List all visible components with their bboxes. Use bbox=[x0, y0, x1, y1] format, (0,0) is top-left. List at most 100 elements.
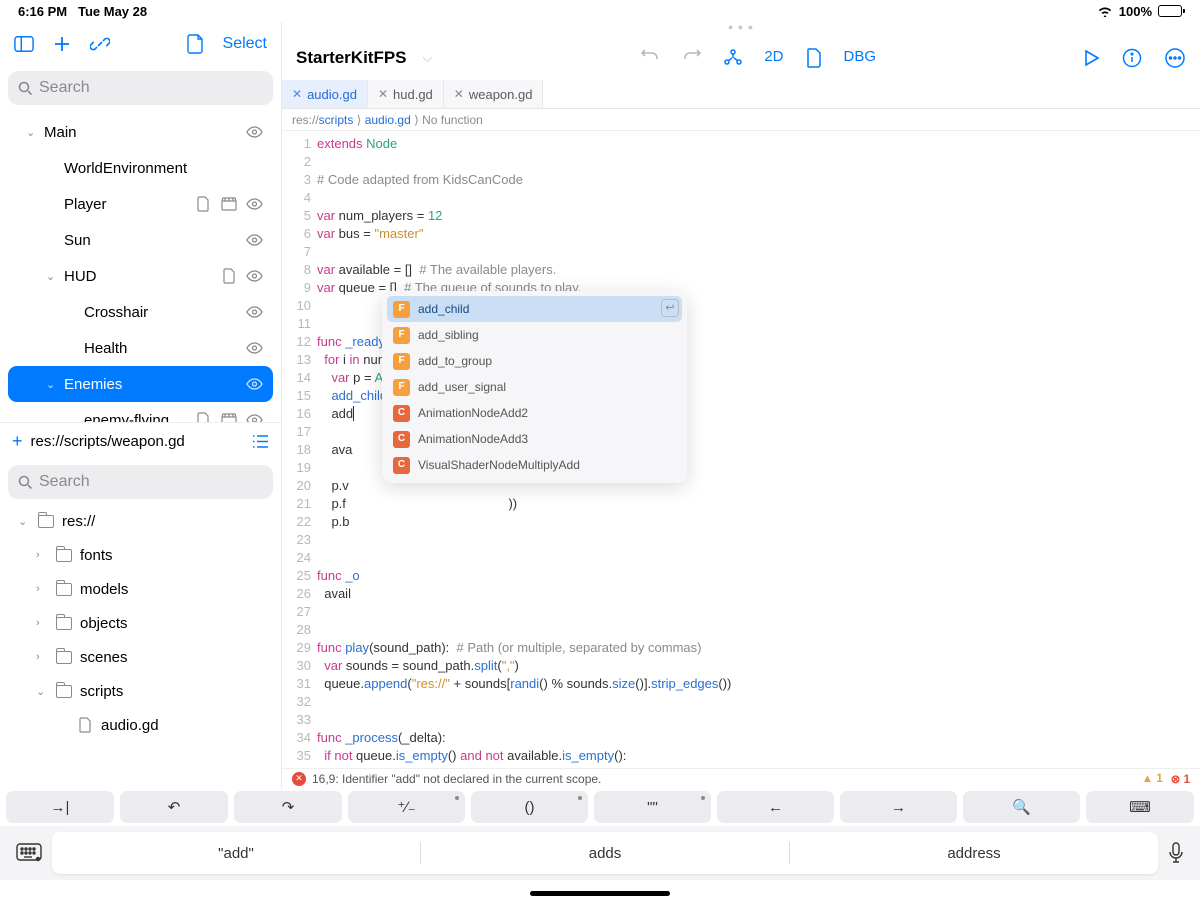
scene-node-main[interactable]: ⌄Main bbox=[8, 114, 273, 150]
more-icon[interactable] bbox=[1164, 47, 1186, 69]
redo-icon[interactable] bbox=[682, 48, 702, 68]
warn-badge: ▲ 1 bbox=[1142, 773, 1163, 785]
plus-icon[interactable] bbox=[52, 34, 72, 54]
scene-node-worldenvironment[interactable]: WorldEnvironment bbox=[8, 150, 273, 186]
enter-key-icon[interactable]: ↩ bbox=[661, 299, 679, 317]
autocomplete-popup[interactable]: ↩ Fadd_childFadd_siblingFadd_to_groupFad… bbox=[382, 291, 687, 483]
eye-icon[interactable] bbox=[246, 376, 263, 393]
kb-key-1[interactable]: ↶ bbox=[120, 791, 228, 823]
status-bar: 6:16 PM Tue May 28 100% bbox=[0, 0, 1200, 22]
keyboard-shortcut-bar: →|↶↷⁺∕₋()""←→🔍⌨ bbox=[0, 788, 1200, 826]
undo-icon[interactable] bbox=[640, 48, 660, 68]
project-name[interactable]: StarterKitFPS bbox=[296, 48, 407, 68]
scene-node-enemy-flying[interactable]: enemy-flying bbox=[8, 402, 273, 422]
kb-key-9[interactable]: ⌨ bbox=[1086, 791, 1194, 823]
err-badge: ⊗ 1 bbox=[1171, 772, 1190, 786]
suggest-1[interactable]: "add" bbox=[52, 845, 420, 862]
tab-weapon.gd[interactable]: ✕weapon.gd bbox=[444, 80, 544, 108]
ac-add_user_signal[interactable]: Fadd_user_signal bbox=[387, 374, 682, 400]
doc-icon[interactable] bbox=[806, 48, 822, 68]
editor-tabs: ✕audio.gd✕hud.gd✕weapon.gd bbox=[282, 80, 1200, 109]
close-icon[interactable]: ✕ bbox=[378, 87, 388, 101]
scene-node-crosshair[interactable]: Crosshair bbox=[8, 294, 273, 330]
view-2d[interactable]: 2D bbox=[764, 48, 783, 68]
clap-icon[interactable] bbox=[220, 412, 237, 423]
ac-add_to_group[interactable]: Fadd_to_group bbox=[387, 348, 682, 374]
script-icon[interactable] bbox=[194, 412, 211, 423]
clap-icon[interactable] bbox=[220, 196, 237, 213]
file-objects[interactable]: ›objects bbox=[0, 606, 281, 640]
script-icon[interactable] bbox=[220, 268, 237, 285]
script-icon[interactable] bbox=[185, 34, 205, 54]
chevron-down-icon[interactable]: ⌵ bbox=[423, 50, 433, 66]
play-icon[interactable] bbox=[1084, 49, 1100, 67]
window-grip: ● ● ● bbox=[282, 22, 1200, 32]
net-icon[interactable] bbox=[724, 48, 742, 68]
mic-icon[interactable] bbox=[1168, 842, 1184, 864]
battery-icon bbox=[1158, 5, 1182, 17]
close-icon[interactable]: ✕ bbox=[454, 87, 464, 101]
scene-node-hud[interactable]: ⌄HUD bbox=[8, 258, 273, 294]
ac-AnimationNodeAdd2[interactable]: CAnimationNodeAdd2 bbox=[387, 400, 682, 426]
file-res://[interactable]: ⌄res:// bbox=[0, 504, 281, 538]
editor-pane: ● ● ● StarterKitFPS ⌵ 2D DBG ✕audio.gd✕h… bbox=[282, 22, 1200, 788]
kb-key-4[interactable]: () bbox=[471, 791, 588, 823]
battery-pct: 100% bbox=[1119, 4, 1152, 19]
kb-key-5[interactable]: "" bbox=[594, 791, 711, 823]
kb-key-7[interactable]: → bbox=[840, 791, 957, 823]
script-icon[interactable] bbox=[194, 196, 211, 213]
file-scripts[interactable]: ⌄scripts bbox=[0, 674, 281, 708]
kb-key-2[interactable]: ↷ bbox=[234, 791, 342, 823]
scene-node-player[interactable]: Player bbox=[8, 186, 273, 222]
list-icon[interactable] bbox=[252, 434, 269, 449]
close-icon[interactable]: ✕ bbox=[292, 87, 302, 101]
kb-key-6[interactable]: ← bbox=[717, 791, 834, 823]
keyboard-icon[interactable] bbox=[16, 843, 42, 863]
file-audio.gd[interactable]: audio.gd bbox=[0, 708, 281, 742]
eye-icon[interactable] bbox=[246, 412, 263, 423]
sidebar-toggle-icon[interactable] bbox=[14, 34, 34, 54]
eye-icon[interactable] bbox=[246, 304, 263, 321]
add-file-icon[interactable]: + bbox=[12, 431, 23, 452]
tab-hud.gd[interactable]: ✕hud.gd bbox=[368, 80, 444, 108]
kb-key-0[interactable]: →| bbox=[6, 791, 114, 823]
dbg-button[interactable]: DBG bbox=[844, 48, 877, 68]
error-bar[interactable]: ✕ 16,9: Identifier "add" not declared in… bbox=[282, 768, 1200, 788]
ac-AnimationNodeAdd3[interactable]: CAnimationNodeAdd3 bbox=[387, 426, 682, 452]
select-button[interactable]: Select bbox=[223, 35, 267, 53]
ac-add_sibling[interactable]: Fadd_sibling bbox=[387, 322, 682, 348]
file-search[interactable]: Search bbox=[8, 465, 273, 499]
tab-audio.gd[interactable]: ✕audio.gd bbox=[282, 80, 368, 108]
eye-icon[interactable] bbox=[246, 268, 263, 285]
error-icon: ✕ bbox=[292, 772, 306, 786]
file-tree: ⌄res://›fonts›models›objects›scenes⌄scri… bbox=[0, 504, 281, 788]
info-icon[interactable] bbox=[1122, 48, 1142, 68]
eye-icon[interactable] bbox=[246, 124, 263, 141]
file-scenes[interactable]: ›scenes bbox=[0, 640, 281, 674]
kb-key-3[interactable]: ⁺∕₋ bbox=[348, 791, 465, 823]
wifi-icon bbox=[1097, 5, 1113, 17]
ac-VisualShaderNodeMultiplyAdd[interactable]: CVisualShaderNodeMultiplyAdd bbox=[387, 452, 682, 478]
search-placeholder: Search bbox=[39, 79, 90, 97]
link-icon[interactable] bbox=[90, 34, 110, 54]
status-time: 6:16 PM Tue May 28 bbox=[18, 4, 147, 19]
breadcrumb[interactable]: res:// scripts ⟩ audio.gd ⟩ No function bbox=[282, 109, 1200, 131]
scene-node-health[interactable]: Health bbox=[8, 330, 273, 366]
file-path-row[interactable]: + res://scripts/weapon.gd bbox=[0, 422, 281, 460]
home-indicator[interactable] bbox=[530, 891, 670, 896]
code-editor[interactable]: 1234567891011121314151617181920212223242… bbox=[282, 131, 1200, 768]
scene-node-enemies[interactable]: ⌄Enemies bbox=[8, 366, 273, 402]
suggestion-bar: "add" adds address bbox=[0, 826, 1200, 880]
eye-icon[interactable] bbox=[246, 340, 263, 357]
suggest-3[interactable]: address bbox=[790, 845, 1158, 862]
eye-icon[interactable] bbox=[246, 232, 263, 249]
scene-tree: ⌄MainWorldEnvironmentPlayerSun⌄HUDCrossh… bbox=[0, 110, 281, 422]
kb-key-8[interactable]: 🔍 bbox=[963, 791, 1080, 823]
scene-search[interactable]: Search bbox=[8, 71, 273, 105]
file-fonts[interactable]: ›fonts bbox=[0, 538, 281, 572]
suggest-2[interactable]: adds bbox=[421, 845, 789, 862]
ac-add_child[interactable]: Fadd_child bbox=[387, 296, 682, 322]
eye-icon[interactable] bbox=[246, 196, 263, 213]
scene-node-sun[interactable]: Sun bbox=[8, 222, 273, 258]
file-models[interactable]: ›models bbox=[0, 572, 281, 606]
